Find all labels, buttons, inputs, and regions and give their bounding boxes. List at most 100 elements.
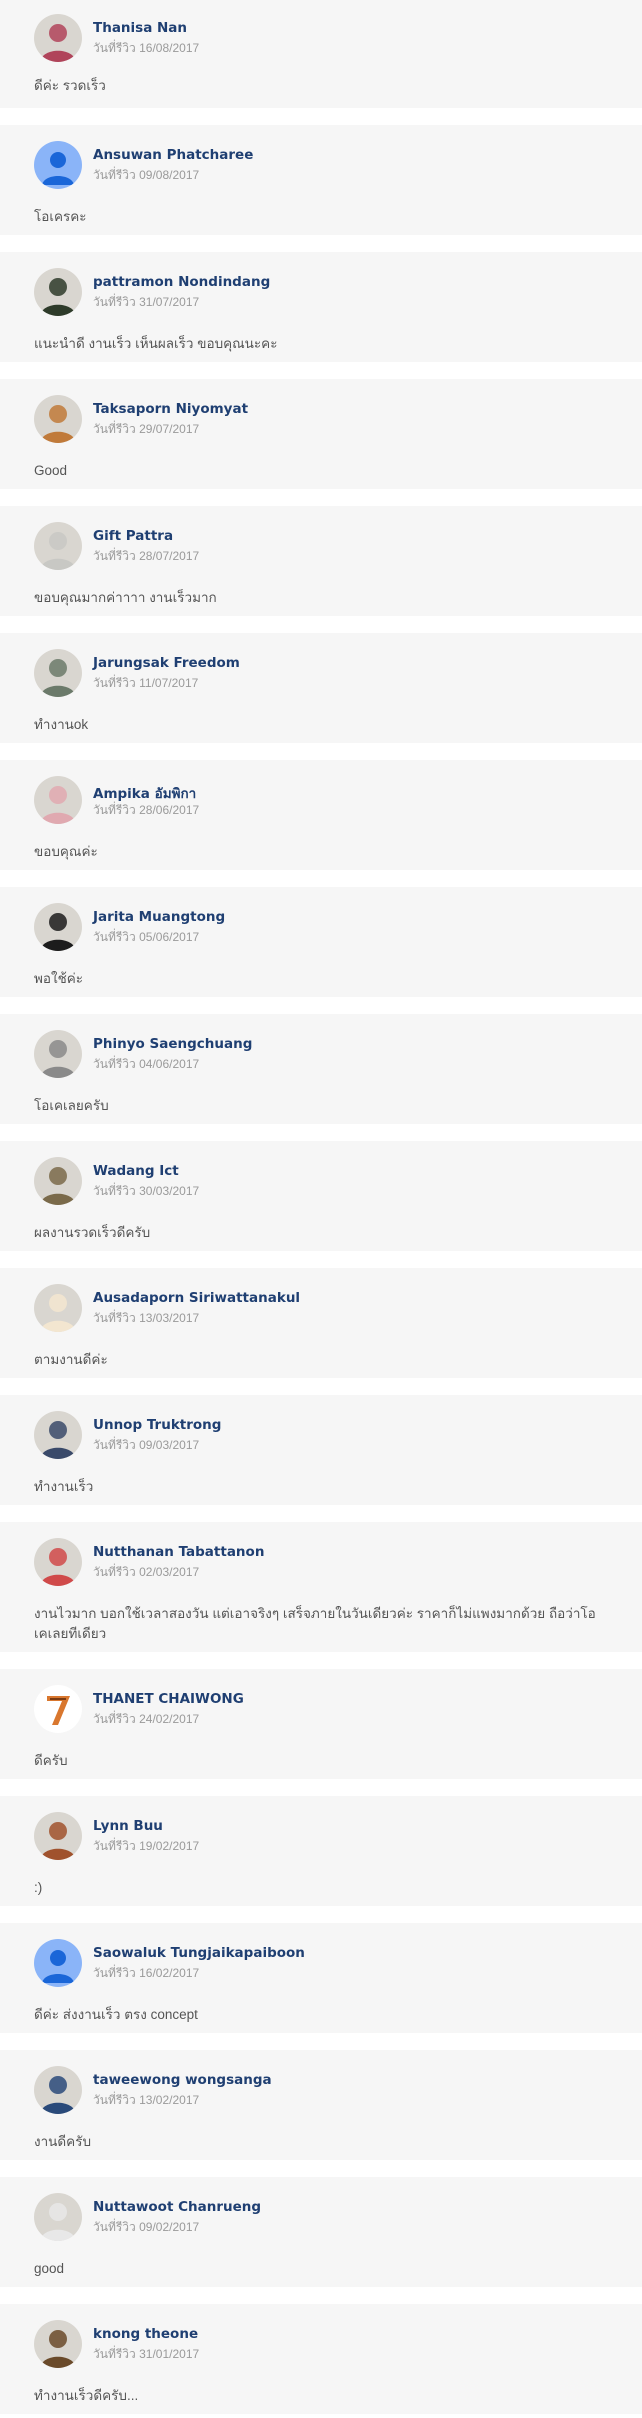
review-card: Ansuwan Phatcharee วันที่รีวิว 09/08/2017…: [0, 125, 642, 235]
review-comment: good: [34, 2261, 65, 2276]
reviewer-name[interactable]: Ausadaporn Siriwattanakul: [93, 1290, 300, 1306]
avatar[interactable]: [34, 268, 82, 316]
review-date-label: วันที่รีวิว: [93, 2220, 136, 2234]
reviewer-name[interactable]: Gift Pattra: [93, 528, 173, 544]
reviewer-name[interactable]: Lynn Buu: [93, 1818, 163, 1834]
avatar[interactable]: [34, 2066, 82, 2114]
review-date-label: วันที่รีวิว: [93, 168, 136, 182]
reviewer-name[interactable]: pattramon Nondindang: [93, 274, 270, 290]
avatar[interactable]: [34, 1685, 82, 1733]
review-date: วันที่รีวิว 30/03/2017: [93, 1182, 199, 1201]
avatar[interactable]: [34, 1538, 82, 1586]
review-comment: ขอบคุณค่ะ: [34, 844, 98, 859]
avatar[interactable]: [34, 1157, 82, 1205]
review-card: THANET CHAIWONG วันที่รีวิว 24/02/2017 ดีค…: [0, 1669, 642, 1779]
avatar[interactable]: [34, 522, 82, 570]
review-comment: Good: [34, 463, 68, 478]
review-date: วันที่รีวิว 04/06/2017: [93, 1055, 199, 1074]
review-card: Ausadaporn Siriwattanakul วันที่รีวิว 13/…: [0, 1268, 642, 1378]
review-date-value: 28/06/2017: [139, 803, 200, 817]
review-date-label: วันที่รีวิว: [93, 1057, 136, 1071]
reviewer-name[interactable]: Taksaporn Niyomyat: [93, 401, 248, 417]
review-card: Lynn Buu วันที่รีวิว 19/02/2017:): [0, 1796, 642, 1906]
review-date-label: วันที่รีวิว: [93, 1712, 136, 1726]
review-card: Jarungsak Freedom วันที่รีวิว 11/07/2017 ท…: [0, 633, 642, 743]
reviewer-name[interactable]: Nutthanan Tabattanon: [93, 1544, 264, 1560]
review-date: วันที่รีวิว 09/02/2017: [93, 2218, 199, 2237]
review-card: taweewong wongsanga วันที่รีวิว 13/02/201…: [0, 2050, 642, 2160]
review-comment: ทำงานเร็ว: [34, 1479, 94, 1494]
review-date-value: 09/02/2017: [139, 2220, 200, 2234]
avatar[interactable]: [34, 776, 82, 824]
avatar[interactable]: [34, 1812, 82, 1860]
reviewer-name[interactable]: Jarita Muangtong: [93, 909, 225, 925]
avatar[interactable]: [34, 1030, 82, 1078]
review-card: Gift Pattra วันที่รีวิว 28/07/2017 ขอบคุณม…: [0, 506, 642, 616]
review-card: Saowaluk Tungjaikapaiboon วันที่รีวิว 16/…: [0, 1923, 642, 2033]
review-date-value: 05/06/2017: [139, 930, 200, 944]
reviewer-name[interactable]: Ansuwan Phatcharee: [93, 147, 253, 163]
review-date-label: วันที่รีวิว: [93, 930, 136, 944]
reviewer-name[interactable]: Wadang Ict: [93, 1163, 179, 1179]
review-comment: ขอบคุณมากค่าาาา งานเร็วมาก: [34, 590, 217, 605]
reviewer-name[interactable]: Unnop Truktrong: [93, 1417, 221, 1433]
review-date-label: วันที่รีวิว: [93, 803, 136, 817]
review-date: วันที่รีวิว 28/06/2017: [93, 801, 199, 820]
review-date-value: 16/08/2017: [139, 41, 200, 55]
review-date-label: วันที่รีวิว: [93, 1184, 136, 1198]
avatar[interactable]: [34, 1939, 82, 1987]
avatar[interactable]: [34, 2320, 82, 2368]
review-date-value: 13/02/2017: [139, 2093, 200, 2107]
review-date-value: 02/03/2017: [139, 1565, 200, 1579]
review-comment: แนะนำดี งานเร็ว เห็นผลเร็ว ขอบคุณนะคะ: [34, 336, 278, 351]
review-card: Nutthanan Tabattanon วันที่รีวิว 02/03/20…: [0, 1522, 642, 1652]
review-date-value: 24/02/2017: [139, 1712, 200, 1726]
review-date-label: วันที่รีวิว: [93, 1966, 136, 1980]
review-comment: พอใช้ค่ะ: [34, 971, 84, 986]
review-date: วันที่รีวิว 05/06/2017: [93, 928, 199, 947]
avatar[interactable]: [34, 2193, 82, 2241]
review-comment: ดีครับ: [34, 1753, 68, 1768]
review-date-value: 09/08/2017: [139, 168, 200, 182]
review-date-value: 19/02/2017: [139, 1839, 200, 1853]
review-list: Thanisa Nan วันที่รีวิว 16/08/2017 ดีค่ะ ร…: [0, 0, 642, 2414]
review-comment: ทำงานเร็วดีครับ...: [34, 2388, 139, 2403]
review-comment: งานดีครับ: [34, 2134, 92, 2149]
review-date-label: วันที่รีวิว: [93, 1438, 136, 1452]
review-date-label: วันที่รีวิว: [93, 422, 136, 436]
review-date-value: 09/03/2017: [139, 1438, 200, 1452]
review-card: Nuttawoot Chanrueng วันที่รีวิว 09/02/201…: [0, 2177, 642, 2287]
reviewer-name[interactable]: Phinyo Saengchuang: [93, 1036, 252, 1052]
avatar[interactable]: [34, 141, 82, 189]
reviewer-name[interactable]: Nuttawoot Chanrueng: [93, 2199, 261, 2215]
reviewer-name[interactable]: Thanisa Nan: [93, 20, 187, 36]
review-comment: โอเครคะ: [34, 209, 87, 224]
reviewer-name[interactable]: knong theone: [93, 2326, 198, 2342]
review-date: วันที่รีวิว 02/03/2017: [93, 1563, 199, 1582]
review-date-label: วันที่รีวิว: [93, 1311, 136, 1325]
avatar[interactable]: [34, 1284, 82, 1332]
review-card: Phinyo Saengchuang วันที่รีวิว 04/06/2017…: [0, 1014, 642, 1124]
reviewer-name[interactable]: taweewong wongsanga: [93, 2072, 272, 2088]
review-date-label: วันที่รีวิว: [93, 2347, 136, 2361]
reviewer-name[interactable]: Jarungsak Freedom: [93, 655, 240, 671]
review-date-value: 28/07/2017: [139, 549, 200, 563]
reviewer-name[interactable]: THANET CHAIWONG: [93, 1691, 244, 1707]
avatar[interactable]: [34, 903, 82, 951]
review-date-value: 13/03/2017: [139, 1311, 200, 1325]
review-date: วันที่รีวิว 16/02/2017: [93, 1964, 199, 1983]
reviewer-name[interactable]: Saowaluk Tungjaikapaiboon: [93, 1945, 305, 1961]
review-date: วันที่รีวิว 19/02/2017: [93, 1837, 199, 1856]
review-date: วันที่รีวิว 09/03/2017: [93, 1436, 199, 1455]
review-card: Thanisa Nan วันที่รีวิว 16/08/2017 ดีค่ะ ร…: [0, 0, 642, 108]
review-date: วันที่รีวิว 28/07/2017: [93, 547, 199, 566]
review-date: วันที่รีวิว 31/07/2017: [93, 293, 199, 312]
avatar[interactable]: [34, 649, 82, 697]
review-date: วันที่รีวิว 29/07/2017: [93, 420, 199, 439]
review-date-label: วันที่รีวิว: [93, 2093, 136, 2107]
review-card: Jarita Muangtong วันที่รีวิว 05/06/2017 พอ…: [0, 887, 642, 997]
review-date-label: วันที่รีวิว: [93, 549, 136, 563]
avatar[interactable]: [34, 14, 82, 62]
avatar[interactable]: [34, 395, 82, 443]
avatar[interactable]: [34, 1411, 82, 1459]
